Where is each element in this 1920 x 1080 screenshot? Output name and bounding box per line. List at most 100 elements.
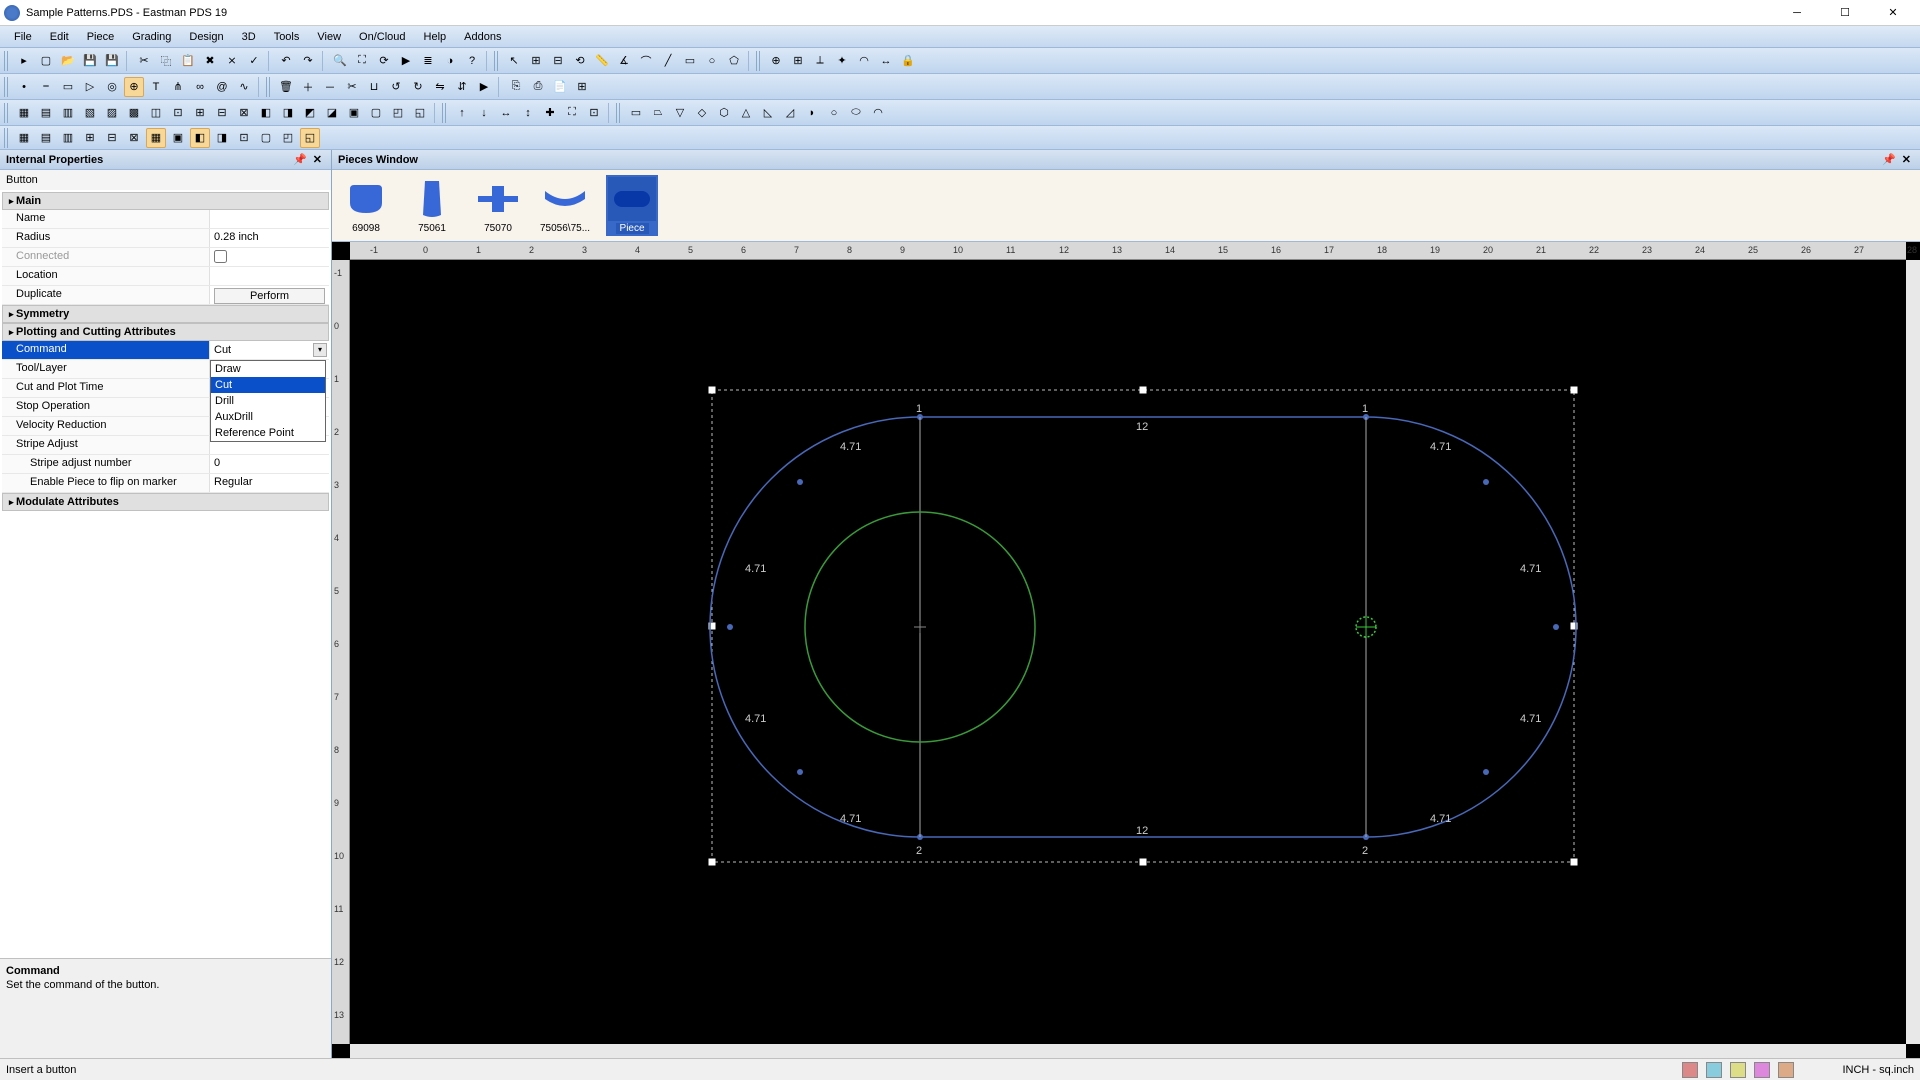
panel7-icon[interactable]: ▦ — [146, 128, 166, 148]
delete-icon[interactable]: ✖ — [200, 51, 220, 71]
snap-icon[interactable]: ⊕ — [766, 51, 786, 71]
shape-tri2-icon[interactable]: △ — [736, 103, 756, 123]
edge-icon[interactable]: ⎯ — [36, 77, 56, 97]
pin-icon[interactable]: 📌 — [290, 153, 310, 166]
panel1-icon[interactable]: ▦ — [14, 128, 34, 148]
view12-icon[interactable]: ◧ — [256, 103, 276, 123]
toolbar-grip[interactable] — [4, 103, 10, 123]
rect-icon[interactable]: ▭ — [680, 51, 700, 71]
check-icon[interactable]: ✓ — [244, 51, 264, 71]
cancel-icon[interactable]: ⨯ — [222, 51, 242, 71]
box-icon[interactable]: ▭ — [58, 77, 78, 97]
pieces-pin-icon[interactable]: 📌 — [1879, 153, 1899, 166]
redo-icon[interactable]: ↷ — [298, 51, 318, 71]
status-icon-4[interactable] — [1754, 1062, 1770, 1078]
status-icon-5[interactable] — [1778, 1062, 1794, 1078]
lock-icon[interactable]: 🔒 — [898, 51, 918, 71]
spiral-icon[interactable]: @ — [212, 77, 232, 97]
view11-icon[interactable]: ⊠ — [234, 103, 254, 123]
dropdown-arrow-icon[interactable]: ▾ — [313, 343, 327, 357]
compass-icon[interactable]: ✦ — [832, 51, 852, 71]
panel8-icon[interactable]: ▣ — [168, 128, 188, 148]
distribute-icon[interactable]: ⊟ — [548, 51, 568, 71]
curve-icon[interactable]: ⌒ — [636, 51, 656, 71]
status-icon-3[interactable] — [1730, 1062, 1746, 1078]
menu-view[interactable]: View — [309, 29, 349, 45]
menu-design[interactable]: Design — [181, 29, 231, 45]
toolbar-grip[interactable] — [4, 51, 10, 71]
report-icon[interactable]: 📄 — [550, 77, 570, 97]
panel13-icon[interactable]: ◰ — [278, 128, 298, 148]
export-icon[interactable]: ⎘ — [506, 77, 526, 97]
scrollbar-horizontal[interactable] — [350, 1044, 1906, 1058]
view13-icon[interactable]: ◨ — [278, 103, 298, 123]
prop-location-value[interactable] — [210, 267, 329, 285]
shape-circ-icon[interactable]: ○ — [824, 103, 844, 123]
toolbar-grip[interactable] — [4, 77, 10, 97]
save-icon[interactable]: 💾 — [80, 51, 100, 71]
view8-icon[interactable]: ⊡ — [168, 103, 188, 123]
pieces-close-icon[interactable]: ✕ — [1899, 153, 1914, 166]
shape-rtri-icon[interactable]: ◺ — [758, 103, 778, 123]
view7-icon[interactable]: ◫ — [146, 103, 166, 123]
dd-item-drill[interactable]: Drill — [211, 393, 325, 409]
view9-icon[interactable]: ⊞ — [190, 103, 210, 123]
menu-piece[interactable]: Piece — [79, 29, 123, 45]
undo-icon[interactable]: ↶ — [276, 51, 296, 71]
circle-icon[interactable]: ○ — [702, 51, 722, 71]
button-marker[interactable] — [1356, 617, 1376, 637]
menu-tools[interactable]: Tools — [266, 29, 308, 45]
piece-outline[interactable] — [710, 417, 1576, 837]
section-main[interactable]: Main — [2, 192, 329, 210]
panel12-icon[interactable]: ▢ — [256, 128, 276, 148]
section-modulate[interactable]: Modulate Attributes — [2, 493, 329, 511]
view18-icon[interactable]: ◰ — [388, 103, 408, 123]
view2-icon[interactable]: ▤ — [36, 103, 56, 123]
view16-icon[interactable]: ▣ — [344, 103, 364, 123]
paste-icon[interactable]: 📋 — [178, 51, 198, 71]
join-icon[interactable]: ⊔ — [364, 77, 384, 97]
measure-icon[interactable]: 📏 — [592, 51, 612, 71]
shape-semi-icon[interactable]: ◗ — [802, 103, 822, 123]
prop-duplicate-value[interactable]: Perform — [210, 286, 329, 304]
menu-grading[interactable]: Grading — [124, 29, 179, 45]
scrollbar-vertical[interactable] — [1906, 260, 1920, 1044]
rot-left-icon[interactable]: ↺ — [386, 77, 406, 97]
panel4-icon[interactable]: ⊞ — [80, 128, 100, 148]
view14-icon[interactable]: ◩ — [300, 103, 320, 123]
view17-icon[interactable]: ▢ — [366, 103, 386, 123]
shape-hex-icon[interactable]: ⬡ — [714, 103, 734, 123]
view5-icon[interactable]: ▨ — [102, 103, 122, 123]
toolbar-grip[interactable] — [756, 51, 762, 71]
mirror-icon[interactable]: ⇋ — [430, 77, 450, 97]
shape-arc-icon[interactable]: ◠ — [868, 103, 888, 123]
shape-dia-icon[interactable]: ◇ — [692, 103, 712, 123]
section-plotting[interactable]: Plotting and Cutting Attributes — [2, 323, 329, 341]
table-icon[interactable]: ⊞ — [572, 77, 592, 97]
target-icon[interactable]: ◎ — [102, 77, 122, 97]
prop-stripenum-value[interactable]: 0 — [210, 455, 329, 473]
shape-trap-icon[interactable]: ⏢ — [648, 103, 668, 123]
piece-thumb-1[interactable]: 75061 — [406, 175, 458, 236]
center-icon[interactable]: ✚ — [540, 103, 560, 123]
prop-connected-value[interactable] — [210, 248, 329, 266]
shape-ell-icon[interactable]: ⬭ — [846, 103, 866, 123]
arrow-ud-icon[interactable]: ↕ — [518, 103, 538, 123]
panel10-icon[interactable]: ◨ — [212, 128, 232, 148]
wave-icon[interactable]: ∿ — [234, 77, 254, 97]
panel14-icon[interactable]: ◱ — [300, 128, 320, 148]
sub-icon[interactable]: － — [320, 77, 340, 97]
save-multi-icon[interactable]: 💾 — [102, 51, 122, 71]
flip-icon[interactable]: ⇵ — [452, 77, 472, 97]
panel-close-icon[interactable]: ✕ — [310, 153, 325, 166]
status-icon-2[interactable] — [1706, 1062, 1722, 1078]
layers-icon[interactable]: ≣ — [418, 51, 438, 71]
align-icon[interactable]: ⊞ — [526, 51, 546, 71]
connected-checkbox[interactable] — [214, 250, 227, 263]
open-icon[interactable]: 📂 — [58, 51, 78, 71]
import-icon[interactable]: ⎙ — [528, 77, 548, 97]
run-icon[interactable]: ▶ — [474, 77, 494, 97]
panel5-icon[interactable]: ⊟ — [102, 128, 122, 148]
view19-icon[interactable]: ◱ — [410, 103, 430, 123]
status-icon-1[interactable] — [1682, 1062, 1698, 1078]
